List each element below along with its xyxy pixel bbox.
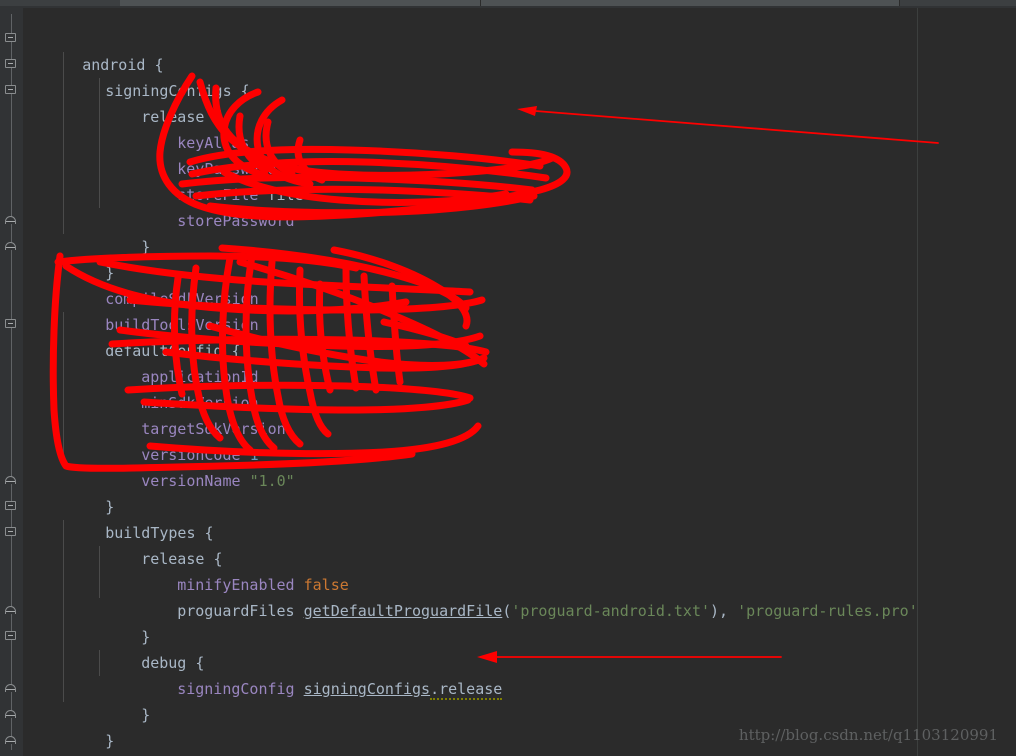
- code-line-25[interactable]: signingConfig signingConfigs.release: [123, 650, 503, 700]
- code-line-18[interactable]: }: [51, 468, 114, 516]
- token-getDefaultProguardFile[interactable]: getDefaultProguardFile: [304, 602, 503, 620]
- code-folding-gutter[interactable]: [0, 8, 23, 756]
- code-line-26[interactable]: }: [87, 676, 150, 724]
- fold-collapse-icon[interactable]: [4, 84, 19, 97]
- fold-collapse-icon[interactable]: [4, 58, 19, 71]
- code-line-3[interactable]: release {: [87, 78, 222, 126]
- code-line-21[interactable]: minifyEnabled false: [123, 546, 349, 594]
- code-line-15[interactable]: targetSdkVersion: [87, 390, 286, 438]
- code-line-11[interactable]: buildToolsVersion: [51, 286, 259, 334]
- code-line-19[interactable]: buildTypes {: [51, 494, 213, 542]
- token-proguard-rules-pro: 'proguard-rules.pro': [737, 602, 918, 620]
- code-line-23[interactable]: }: [87, 598, 150, 646]
- code-line-6[interactable]: storeFile file: [123, 156, 303, 204]
- fold-end-icon[interactable]: [4, 708, 19, 721]
- right-margin-guide: [917, 8, 918, 756]
- code-line-2[interactable]: signingConfigs {: [51, 52, 250, 100]
- fold-collapse-icon[interactable]: [4, 318, 19, 331]
- fold-end-icon[interactable]: [4, 604, 19, 617]
- token-paren-close-comma: ),: [710, 602, 738, 620]
- code-line-9[interactable]: }: [51, 234, 114, 282]
- code-line-16[interactable]: versionCode 1: [87, 416, 258, 464]
- code-line-10[interactable]: compileSdkVersion: [51, 260, 259, 308]
- code-line-4[interactable]: keyAlias: [123, 104, 249, 152]
- fold-collapse-icon[interactable]: [4, 630, 19, 643]
- blog-watermark: http://blog.csdn.net/q1103120991: [738, 726, 998, 744]
- fold-end-icon[interactable]: [4, 214, 19, 227]
- token-brace-close: }: [141, 238, 151, 256]
- editor-window: android { signingConfigs { release { key…: [0, 0, 1016, 756]
- code-line-5[interactable]: keyPassword: [123, 130, 276, 178]
- token-versionName-value: "1.0": [249, 472, 295, 490]
- fold-end-icon[interactable]: [4, 682, 19, 695]
- code-line-7[interactable]: storePassword: [123, 182, 294, 230]
- code-line-20[interactable]: release {: [87, 520, 222, 568]
- code-line-1[interactable]: android {: [28, 26, 163, 74]
- token-brace-open: {: [240, 82, 250, 100]
- code-editor-area[interactable]: android { signingConfigs { release { key…: [24, 8, 1016, 756]
- code-line-22[interactable]: proguardFiles getDefaultProguardFile('pr…: [123, 572, 918, 620]
- token-storePassword: storePassword: [177, 212, 295, 230]
- code-line-12[interactable]: defaultConfig {: [51, 312, 240, 360]
- token-brace-close: }: [105, 732, 115, 750]
- token-versionName: versionName: [141, 472, 241, 490]
- token-dot-release[interactable]: .release: [430, 680, 503, 700]
- token-signingConfigs-ref[interactable]: signingConfigs: [304, 680, 430, 698]
- token-paren-open: (: [502, 602, 512, 620]
- fold-collapse-icon[interactable]: [4, 526, 19, 539]
- code-line-8[interactable]: }: [87, 208, 150, 256]
- code-line-27[interactable]: }: [51, 702, 114, 750]
- code-line-14[interactable]: minSdkVersion: [87, 364, 258, 412]
- token-signingConfig: signingConfig: [177, 680, 295, 698]
- fold-collapse-icon[interactable]: [4, 32, 19, 45]
- code-line-17[interactable]: versionName "1.0": [87, 442, 295, 490]
- fold-collapse-icon[interactable]: [4, 500, 19, 513]
- code-line-13[interactable]: applicationId: [87, 338, 258, 386]
- fold-end-icon[interactable]: [4, 474, 19, 487]
- token-proguard-android-txt: 'proguard-android.txt': [511, 602, 711, 620]
- token-brace-close: }: [141, 706, 151, 724]
- fold-end-icon[interactable]: [4, 734, 19, 747]
- token-proguardFiles: proguardFiles: [177, 602, 295, 620]
- fold-end-icon[interactable]: [4, 240, 19, 253]
- code-line-24[interactable]: debug {: [87, 624, 204, 672]
- code-line-28[interactable]: }: [28, 728, 91, 754]
